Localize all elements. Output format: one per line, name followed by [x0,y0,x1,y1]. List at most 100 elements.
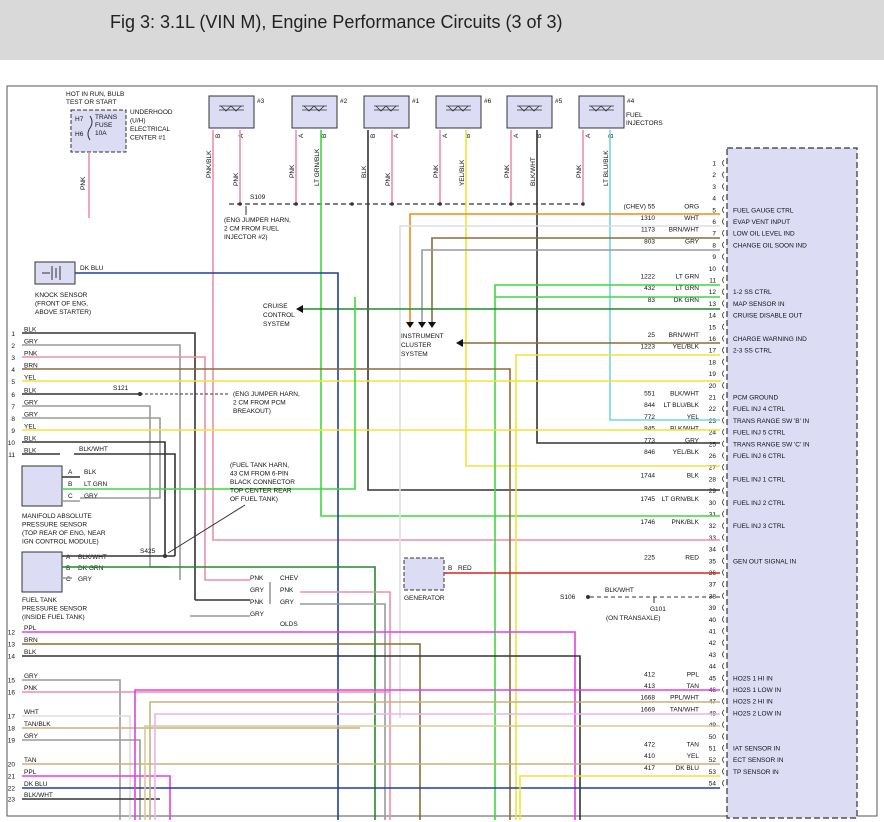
pcm-pin-bracket [722,721,725,728]
pcm-pin-number: 12 [709,289,717,296]
pcm-wire-color: BLK/WHT [670,426,699,433]
ect-wire [519,775,720,820]
injector-pin: B [215,134,222,138]
pcm-pin-bracket [722,580,725,588]
evap-vent-wire [399,225,720,718]
pcm-function-label: CHANGE OIL SOON IND [733,242,807,249]
pcm-function-label: CHARGE WARNING IND [733,336,807,343]
pcm-pin-number: 6 [712,219,716,226]
s106-wire-color: BLK/WHT [605,587,634,594]
pcm-pin-number: 45 [709,675,717,682]
pcm-pin-bracket [722,709,725,717]
pcm-circuit-number: 412 [644,671,655,678]
pcm-pin-bracket [722,534,725,541]
fuel-injector [435,95,482,129]
pcm-wire-color: LT GRN [676,285,700,292]
map-sensor [21,465,63,507]
splice-s121-note: 2 CM FROM PCM [233,400,286,407]
pcm-wire-color: RED [685,554,699,561]
pcm-pin-bracket [722,370,725,377]
knock-sensor-wire [75,272,339,820]
pcm-circuit-number: 225 [644,554,655,561]
fuel-injector [291,95,338,129]
injector-wire-label: BLK [361,165,368,178]
pcm-circuit-number: 803 [644,238,655,245]
injector-wire-label: PNK [233,172,240,186]
fuse-name: 10A [95,130,107,137]
knock-wire-label: DK BLU [80,265,104,272]
lower-wire-color: BLK/WHT [24,792,53,799]
pcm-pin-number: 53 [709,769,717,776]
injector-pin: A [393,133,400,138]
splice-dot [294,202,298,206]
map-sensor-label: MANIFOLD ABSOLUTE [22,513,92,520]
lower-wire-color: GRY [24,733,39,740]
pcm-wire-color: PPL [687,671,700,678]
map-sensor-label: IGN CONTROL MODULE) [22,539,99,546]
left-pin-number: 5 [11,379,15,386]
low-oil-wire [431,237,720,325]
splice-dot [438,202,442,206]
pcm-function-label: IAT SENSOR IN [733,746,780,753]
pcm-pin-number: 11 [709,278,716,285]
pcm-pin-number: 29 [709,488,717,495]
ho2s1-low-wire [149,701,720,820]
fuel-tank-label: PRESSURE SENSOR [22,606,87,613]
knock-sensor-label: ABOVE STARTER) [35,309,91,316]
pcm-pin-number: 15 [709,324,717,331]
injector-wire-label: LT GRN/BLK [314,148,321,186]
fuel-tank-label: FUEL TANK [22,597,58,604]
pcm-wire-color: DK BLU [676,765,700,772]
inj4-control-wire [609,130,720,421]
pcm-pin-number: 41 [709,629,717,636]
lower-pin-number: 23 [8,797,16,804]
pcm-pin-bracket [722,171,725,178]
splice-dot [581,202,585,206]
pcm-pin-number: 37 [709,582,717,589]
pcm-pin-bracket [722,616,725,623]
pcm-circuit-number: 1222 [641,274,656,281]
map-wire-color: BLK [84,469,97,476]
left-pin-number: 8 [11,416,15,423]
pcm-wire-color: LT GRN [676,274,700,281]
pcm-function-label: FUEL INJ 4 CTRL [733,406,786,413]
inj2-control-wire [320,130,720,517]
pcm-function-label: ECT SENSOR IN [733,757,784,764]
pcm-pin-bracket [722,627,725,635]
left-pin-number: 10 [8,440,16,447]
pcm-wire-color: TAN/WHT [670,706,699,713]
pcm-function-label: PCM GROUND [733,395,778,402]
pcm-pin-number: 14 [709,313,717,320]
map-pin: C [68,493,73,500]
injectors-label: FUEL [626,112,643,119]
pcm-pin-bracket [722,557,725,565]
pcm-circuit-number: 1223 [641,344,656,351]
pcm-pin-number: 10 [709,266,717,273]
left-pin-number: 9 [11,428,15,435]
pcm-pin-number: 54 [709,781,717,788]
pcm-circuit-number: 472 [644,742,655,749]
fuel-injector [363,95,410,129]
fuse-name: FUSE [95,122,113,129]
pcm-pin-bracket [722,639,725,646]
pcm-circuit-number: 25 [648,332,656,339]
splice-s425-note: TOP CENTER REAR [230,488,292,495]
pcm-circuit-number: 1669 [641,706,656,713]
fuse-center-label: (U/H) [130,118,146,125]
splice-s425-label: S425 [140,548,156,555]
injector-wire-label: PNK [289,164,296,178]
lower-wire-color: PNK [24,685,38,692]
pcm-pin-number: 42 [709,640,717,647]
map-pin: B [68,481,72,488]
splice-s425-note: BLACK CONNECTOR [230,479,295,486]
splice-s109-note: 2 CM FROM FUEL [224,226,279,233]
pcm-circuit-number: 83 [648,297,656,304]
fuse-wire-label: PNK [80,176,87,190]
pcm-pin-bracket [722,218,725,225]
lower-wire-color: BRN [24,637,38,644]
pcm-wire-color: WHT [684,215,699,222]
fuel-tank-pin: C [66,576,71,583]
pcm-wire-color: BRN/WHT [669,227,699,234]
lower-pin-number: 17 [8,714,16,721]
lower-wire-color: BLK [24,649,37,656]
